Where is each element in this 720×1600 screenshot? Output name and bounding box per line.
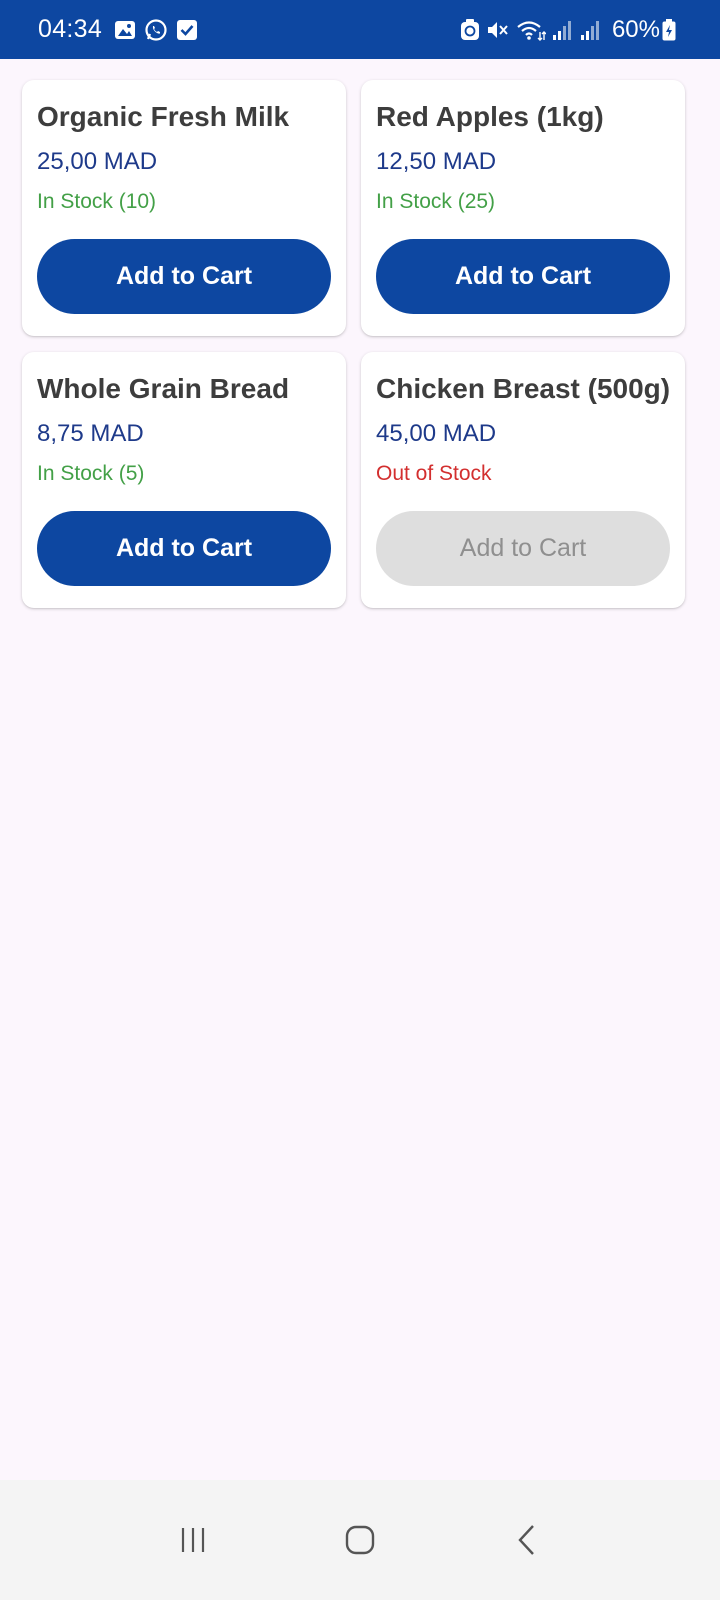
home-icon <box>345 1525 375 1555</box>
stock-status: In Stock (25) <box>376 190 496 213</box>
signal-icon <box>580 19 602 41</box>
back-button[interactable] <box>497 1510 557 1570</box>
battery-icon <box>662 18 676 41</box>
recycle-icon <box>460 18 480 41</box>
checkbox-icon <box>176 19 198 41</box>
product-name: Red Apples (1kg) <box>376 101 604 132</box>
battery-percentage: 60% <box>611 15 660 43</box>
home-button[interactable] <box>330 1510 390 1570</box>
status-left: 04:34 <box>38 15 206 44</box>
product-price: 45,00 MAD <box>376 420 497 447</box>
back-icon <box>518 1525 534 1555</box>
clock: 04:34 <box>38 15 103 43</box>
add-to-cart-button[interactable]: Add to Cart <box>37 511 331 586</box>
product-price: 8,75 MAD <box>37 420 144 447</box>
mute-icon <box>486 19 510 41</box>
recent-apps-button[interactable] <box>163 1510 223 1570</box>
product-card: Red Apples (1kg) 12,50 MAD In Stock (25)… <box>361 80 685 336</box>
navigation-bar <box>0 1480 720 1600</box>
status-bar: 04:34 60% <box>0 0 720 59</box>
stock-status: In Stock (10) <box>37 190 157 213</box>
product-name: Whole Grain Bread <box>37 373 290 404</box>
product-card: Whole Grain Bread 8,75 MAD In Stock (5) … <box>22 352 346 608</box>
product-grid: Organic Fresh Milk 25,00 MAD In Stock (1… <box>22 80 699 608</box>
product-price: 25,00 MAD <box>37 148 158 175</box>
add-to-cart-button[interactable]: Add to Cart <box>37 239 331 314</box>
product-name: Chicken Breast (500g) <box>376 373 671 404</box>
signal-icon <box>552 19 574 41</box>
stock-status: Out of Stock <box>376 462 492 485</box>
whatsapp-icon <box>144 18 168 42</box>
stock-status: In Stock (5) <box>37 462 145 485</box>
recent-apps-icon <box>182 1528 205 1552</box>
product-name: Organic Fresh Milk <box>37 101 290 132</box>
product-card: Chicken Breast (500g) 45,00 MAD Out of S… <box>361 352 685 608</box>
product-card: Organic Fresh Milk 25,00 MAD In Stock (1… <box>22 80 346 336</box>
gallery-icon <box>114 19 136 41</box>
wifi-icon <box>516 19 546 41</box>
add-to-cart-button-disabled: Add to Cart <box>376 511 670 586</box>
product-price: 12,50 MAD <box>376 148 497 175</box>
add-to-cart-button[interactable]: Add to Cart <box>376 239 670 314</box>
status-right: 60% <box>460 16 682 44</box>
